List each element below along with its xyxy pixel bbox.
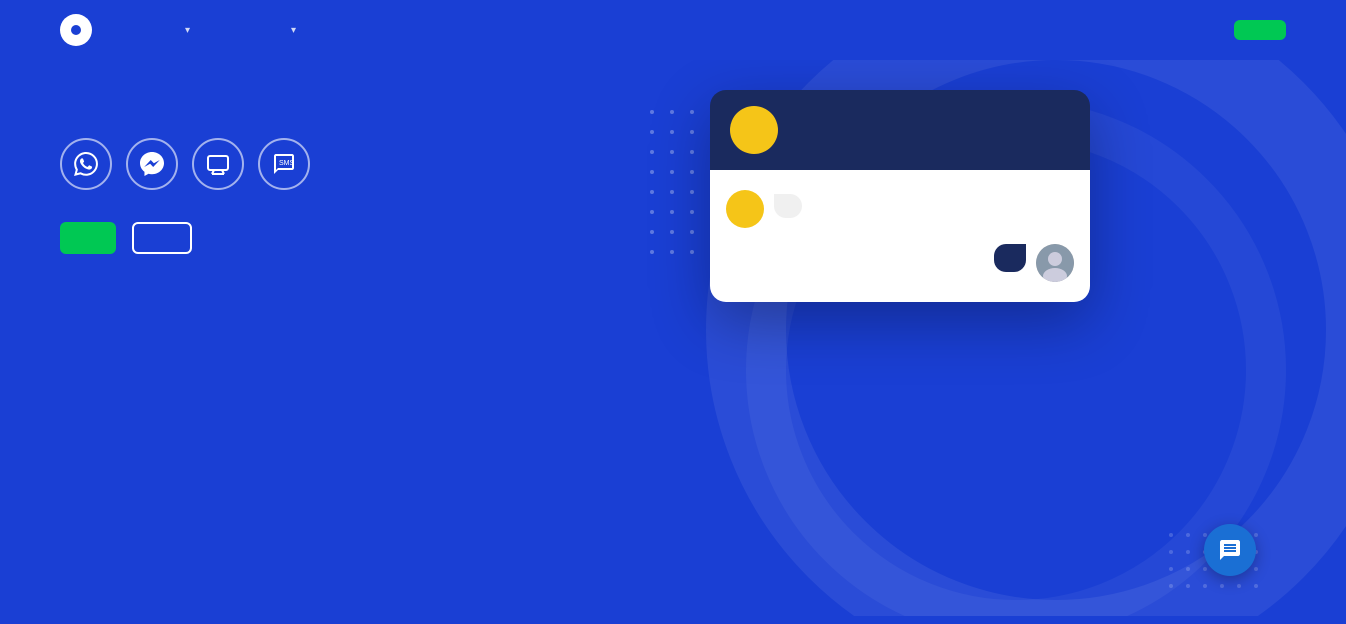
- logo-icon: [60, 14, 92, 46]
- messenger-icon: [126, 138, 178, 190]
- user-avatar: [1036, 244, 1074, 282]
- chat-brand-avatar: [730, 106, 778, 154]
- chat-reply-1: [726, 244, 1074, 282]
- user-bubble: [994, 244, 1026, 272]
- chat-float-button[interactable]: [1204, 524, 1256, 576]
- create-chatbot-button[interactable]: [60, 222, 116, 254]
- bot-bubble: [774, 194, 802, 218]
- webchat-icon: [192, 138, 244, 190]
- chat-message-1: [726, 190, 1074, 228]
- sms-icon: SMS: [258, 138, 310, 190]
- signup-button[interactable]: [1234, 20, 1286, 40]
- nav-products[interactable]: ▾: [180, 25, 190, 36]
- hero-buttons: [60, 222, 620, 254]
- hero-channel-icons: SMS: [60, 138, 620, 190]
- logo[interactable]: [60, 14, 100, 46]
- book-demo-button[interactable]: [132, 222, 192, 254]
- chat-header: [710, 90, 1090, 170]
- hero-left: SMS: [60, 80, 620, 616]
- chevron-down-icon: ▾: [185, 25, 190, 36]
- chat-body: [710, 170, 1090, 302]
- chevron-down-icon-2: ▾: [291, 25, 296, 36]
- hero-section: SMS const dg = document.querySelector('.…: [0, 60, 1346, 616]
- bot-avatar: [726, 190, 764, 228]
- nav-actions: [1214, 20, 1286, 40]
- navbar: ▾ ▾: [0, 0, 1346, 60]
- whatsapp-icon: [60, 138, 112, 190]
- nav-links: ▾ ▾: [180, 25, 1214, 36]
- hero-right: const dg = document.querySelector('.dot-…: [620, 80, 1286, 616]
- chat-window: [710, 90, 1090, 302]
- nav-resources[interactable]: ▾: [286, 25, 296, 36]
- svg-text:SMS: SMS: [279, 160, 295, 167]
- bot-message-content: [774, 190, 802, 218]
